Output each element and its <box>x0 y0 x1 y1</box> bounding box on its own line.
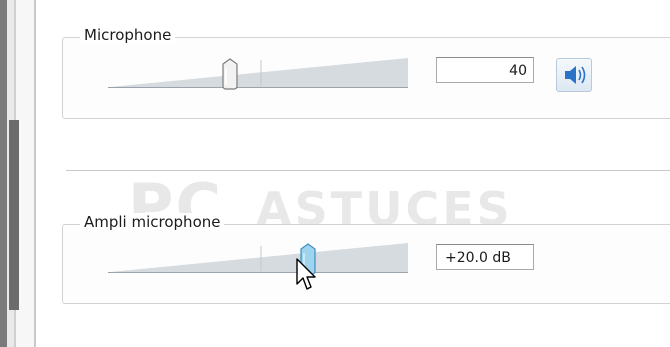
microphone-label: Microphone <box>80 26 176 44</box>
ampli-microphone-label: Ampli microphone <box>80 213 225 231</box>
microphone-level-field[interactable]: 40 <box>436 57 534 83</box>
scrollbar-thumb[interactable] <box>9 120 19 310</box>
microphone-slider[interactable] <box>108 52 414 92</box>
microphone-mute-button[interactable] <box>556 58 592 92</box>
ampli-microphone-slider[interactable] <box>108 238 414 278</box>
mouse-pointer-icon <box>296 258 316 290</box>
microphone-slider-thumb <box>222 58 238 90</box>
microphone-slider-wedge <box>110 58 408 87</box>
ampli-slider-wedge <box>110 243 408 272</box>
ampli-level-field[interactable]: +20.0 dB <box>436 244 534 270</box>
speaker-icon <box>565 66 586 84</box>
levels-panel: Microphone 40 PC ASTUCES Ampli microphon… <box>36 0 670 347</box>
window-frame-left <box>0 0 36 347</box>
